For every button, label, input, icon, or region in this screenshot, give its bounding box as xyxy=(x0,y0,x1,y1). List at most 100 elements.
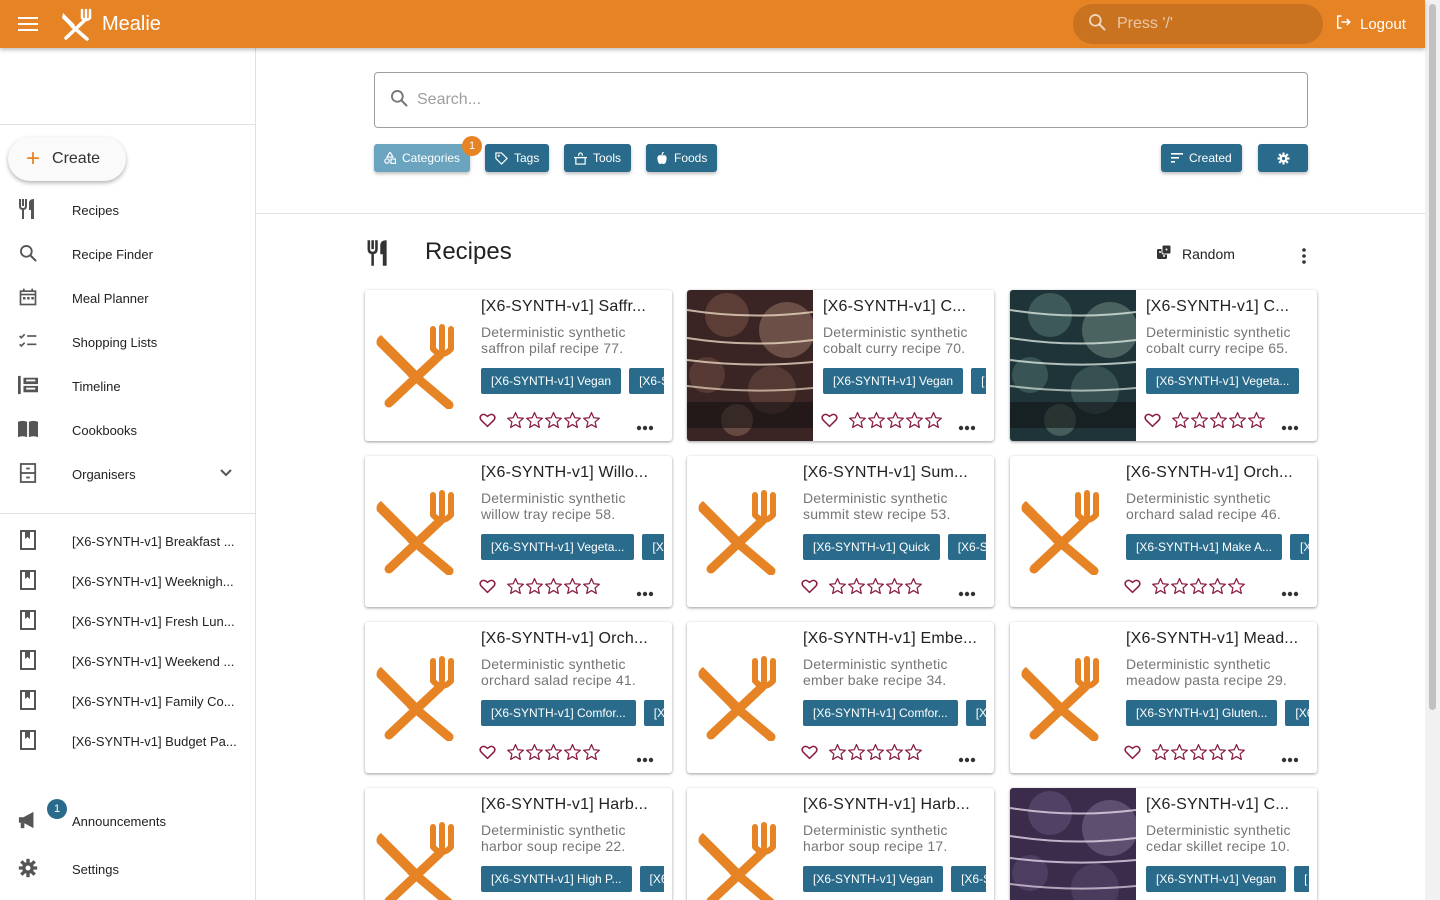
sidebar-cookbook-item[interactable]: [X6-SYNTH-v1] Budget Pa... xyxy=(0,719,255,763)
recipe-tag-chip[interactable]: [ xyxy=(1294,866,1309,892)
random-recipe-button[interactable]: Random xyxy=(1156,244,1235,263)
recipe-title[interactable]: [X6-SYNTH-v1] C... xyxy=(1146,298,1307,316)
global-search-input[interactable] xyxy=(1117,15,1307,33)
recipe-tag-chip[interactable]: [X6-SYNTH-v1] Vegeta... xyxy=(481,534,635,560)
filter-settings-button[interactable] xyxy=(1258,144,1308,172)
rating-stars[interactable] xyxy=(828,743,923,761)
sidebar-cookbook-item[interactable]: [X6-SYNTH-v1] Weekend ... xyxy=(0,639,255,683)
star-outline-icon[interactable] xyxy=(544,743,563,761)
star-outline-icon[interactable] xyxy=(904,577,923,595)
star-outline-icon[interactable] xyxy=(1170,577,1189,595)
recipe-image[interactable] xyxy=(1010,788,1136,900)
recipe-title[interactable]: [X6-SYNTH-v1] Orch... xyxy=(1126,464,1307,482)
recipe-tag-chip[interactable]: [X6-SYNTH-v1] Vegan xyxy=(803,866,944,892)
categories-filter-button[interactable]: Categories 1 xyxy=(374,136,482,172)
star-outline-icon[interactable] xyxy=(1170,743,1189,761)
recipe-tag-chip[interactable]: [X6-SYNTH-v1] Vegan xyxy=(823,368,964,394)
heart-outline-icon[interactable] xyxy=(801,578,818,594)
star-outline-icon[interactable] xyxy=(506,743,525,761)
recipe-title[interactable]: [X6-SYNTH-v1] Harb... xyxy=(803,796,984,814)
global-search[interactable] xyxy=(1073,4,1323,44)
recipe-image[interactable] xyxy=(687,622,793,773)
star-outline-icon[interactable] xyxy=(525,577,544,595)
sidebar-item-cookbooks[interactable]: Cookbooks xyxy=(0,408,255,452)
recipe-card[interactable]: [X6-SYNTH-v1] Willo... Deterministic synt… xyxy=(365,456,672,607)
page-scrollbar[interactable] xyxy=(1425,0,1440,900)
star-outline-icon[interactable] xyxy=(582,743,601,761)
star-outline-icon[interactable] xyxy=(885,577,904,595)
star-outline-icon[interactable] xyxy=(1208,743,1227,761)
rating-stars[interactable] xyxy=(506,411,601,429)
sidebar-item-timeline[interactable]: Timeline xyxy=(0,364,255,408)
sidebar-item-meal-planner[interactable]: Meal Planner xyxy=(0,276,255,320)
recipe-image[interactable] xyxy=(687,456,793,607)
recipe-title[interactable]: [X6-SYNTH-v1] Embe... xyxy=(803,630,984,648)
recipe-tag-chip[interactable]: [X6-SYNTH-v1] Quick xyxy=(803,534,940,560)
recipe-card[interactable]: [X6-SYNTH-v1] Sum... Deterministic synthe… xyxy=(687,456,994,607)
star-outline-icon[interactable] xyxy=(1247,411,1266,429)
recipe-image[interactable] xyxy=(687,788,793,900)
tags-filter-button[interactable]: Tags xyxy=(485,144,550,172)
recipe-card[interactable]: [X6-SYNTH-v1] C... Deterministic syntheti… xyxy=(687,290,994,441)
sort-button[interactable]: Created xyxy=(1161,144,1242,172)
sidebar-cookbook-item[interactable]: [X6-SYNTH-v1] Breakfast ... xyxy=(0,519,255,563)
recipe-card[interactable]: [X6-SYNTH-v1] Harb... Deterministic synth… xyxy=(687,788,994,900)
tools-filter-button[interactable]: Tools xyxy=(564,144,632,172)
recipe-tag-chip[interactable]: [X6-S xyxy=(951,866,986,892)
more-horizontal-icon[interactable] xyxy=(958,584,976,602)
star-outline-icon[interactable] xyxy=(544,411,563,429)
star-outline-icon[interactable] xyxy=(563,411,582,429)
rating-stars[interactable] xyxy=(1171,411,1266,429)
star-outline-icon[interactable] xyxy=(848,411,867,429)
create-button[interactable]: + Create xyxy=(8,137,126,181)
star-outline-icon[interactable] xyxy=(886,411,905,429)
star-outline-icon[interactable] xyxy=(885,743,904,761)
recipe-card[interactable]: [X6-SYNTH-v1] Orch... Deterministic synth… xyxy=(1010,456,1317,607)
recipe-tag-chip[interactable]: [X6-SYNTH-v1] Vegan xyxy=(481,368,622,394)
heart-outline-icon[interactable] xyxy=(479,578,496,594)
recipe-title[interactable]: [X6-SYNTH-v1] Sum... xyxy=(803,464,984,482)
recipe-tag-chip[interactable]: [X xyxy=(1290,534,1309,560)
mealie-logo-icon[interactable] xyxy=(58,6,94,42)
more-horizontal-icon[interactable] xyxy=(636,750,654,768)
recipe-title[interactable]: [X6-SYNTH-v1] Harb... xyxy=(481,796,662,814)
sidebar-item-recipes[interactable]: Recipes xyxy=(0,188,255,232)
sidebar-cookbook-item[interactable]: [X6-SYNTH-v1] Fresh Lun... xyxy=(0,599,255,643)
more-horizontal-icon[interactable] xyxy=(958,418,976,436)
heart-outline-icon[interactable] xyxy=(801,744,818,760)
star-outline-icon[interactable] xyxy=(904,743,923,761)
star-outline-icon[interactable] xyxy=(1151,743,1170,761)
sidebar-item-shopping-lists[interactable]: Shopping Lists xyxy=(0,320,255,364)
recipe-title[interactable]: [X6-SYNTH-v1] C... xyxy=(823,298,984,316)
recipe-tag-chip[interactable]: [X6-SYNTH-v1] Gluten... xyxy=(1126,700,1278,726)
star-outline-icon[interactable] xyxy=(1189,743,1208,761)
recipe-tag-chip[interactable]: [ xyxy=(971,368,986,394)
recipe-tag-chip[interactable]: [X6-S xyxy=(629,368,664,394)
recipe-image[interactable] xyxy=(687,290,813,441)
star-outline-icon[interactable] xyxy=(544,577,563,595)
chevron-down-icon[interactable] xyxy=(218,465,234,484)
recipe-card[interactable]: [X6-SYNTH-v1] Orch... Deterministic synth… xyxy=(365,622,672,773)
recipe-tag-chip[interactable]: [X6 xyxy=(965,700,986,726)
star-outline-icon[interactable] xyxy=(1209,411,1228,429)
sidebar-cookbook-item[interactable]: [X6-SYNTH-v1] Weeknigh... xyxy=(0,559,255,603)
sidebar-cookbook-item[interactable]: [X6-SYNTH-v1] Family Co... xyxy=(0,679,255,723)
recipe-tag-chip[interactable]: [X6-SYNTH-v1] Vegeta... xyxy=(1146,368,1300,394)
star-outline-icon[interactable] xyxy=(506,411,525,429)
sidebar-item-announcements[interactable]: 1 Announcements xyxy=(0,799,255,843)
star-outline-icon[interactable] xyxy=(563,577,582,595)
menu-icon[interactable] xyxy=(0,0,56,48)
star-outline-icon[interactable] xyxy=(1190,411,1209,429)
star-outline-icon[interactable] xyxy=(866,577,885,595)
recipe-card[interactable]: [X6-SYNTH-v1] Saffr... Deterministic synt… xyxy=(365,290,672,441)
more-horizontal-icon[interactable] xyxy=(1281,584,1299,602)
star-outline-icon[interactable] xyxy=(1189,577,1208,595)
star-outline-icon[interactable] xyxy=(582,411,601,429)
star-outline-icon[interactable] xyxy=(1227,577,1246,595)
star-outline-icon[interactable] xyxy=(867,411,886,429)
recipe-tag-chip[interactable]: [X6-SYNTH-v1] Make A... xyxy=(1126,534,1283,560)
recipe-title[interactable]: [X6-SYNTH-v1] Orch... xyxy=(481,630,662,648)
recipe-search-field[interactable] xyxy=(374,72,1308,128)
recipe-title[interactable]: [X6-SYNTH-v1] Willo... xyxy=(481,464,662,482)
more-vertical-icon[interactable] xyxy=(1292,244,1316,273)
